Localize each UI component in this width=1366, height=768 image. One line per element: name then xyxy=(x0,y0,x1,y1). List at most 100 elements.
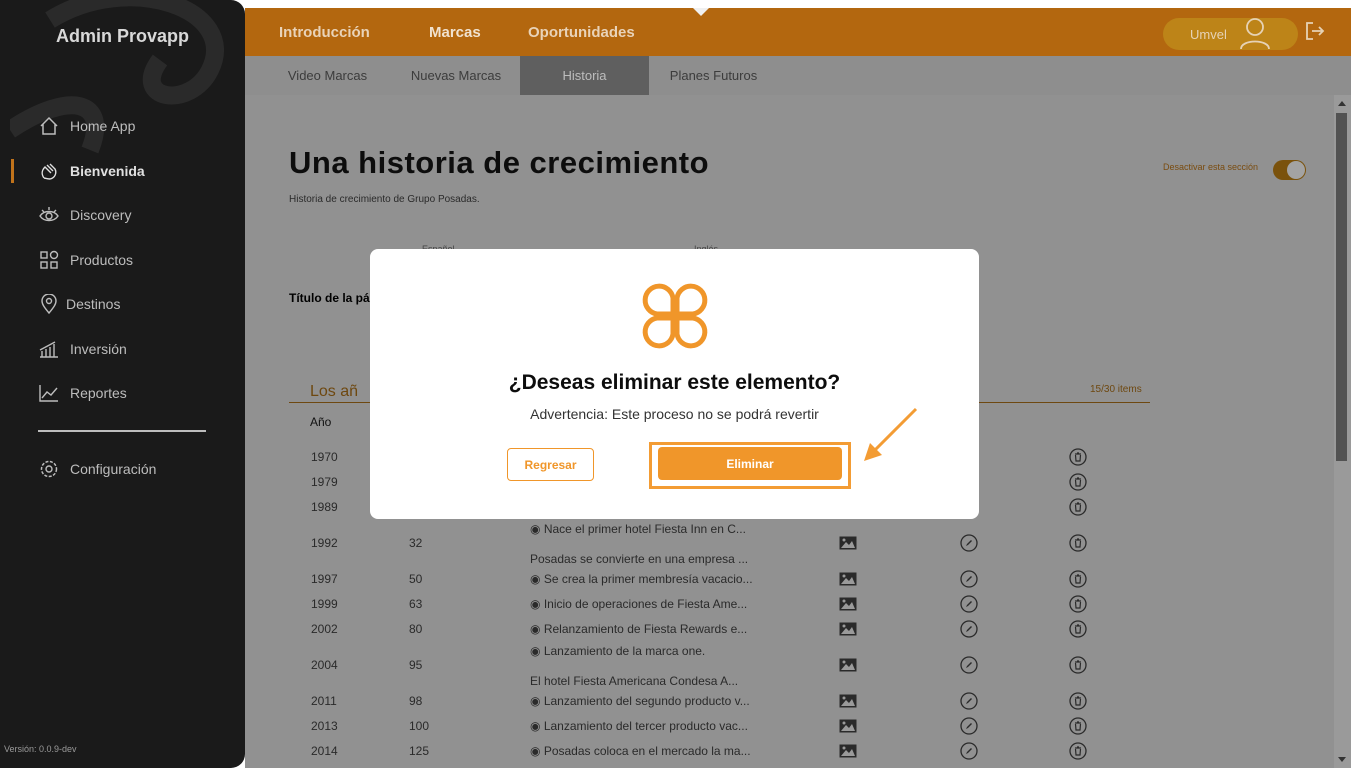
section-toggle-label: Desactivar esta sección xyxy=(1163,162,1259,172)
edit-icon[interactable] xyxy=(960,717,978,735)
delete-icon[interactable] xyxy=(1069,656,1087,674)
row-year: 2002 xyxy=(311,622,338,636)
row-description-secondary: El hotel Fiesta Americana Condesa A... xyxy=(530,674,739,688)
image-icon[interactable] xyxy=(839,595,857,613)
page-title-field-label: Título de la pá xyxy=(289,291,370,305)
delete-icon[interactable] xyxy=(1069,498,1087,516)
delete-icon[interactable] xyxy=(1069,620,1087,638)
row-year: 1970 xyxy=(311,450,338,464)
image-icon[interactable] xyxy=(839,656,857,674)
app-brand: Admin Provapp xyxy=(55,26,189,46)
subtab-nuevas-marcas[interactable]: Nuevas Marcas xyxy=(400,56,512,95)
delete-icon[interactable] xyxy=(1069,595,1087,613)
edit-icon[interactable] xyxy=(960,692,978,710)
tab-marcas[interactable]: Marcas xyxy=(429,8,481,56)
subtab-video-marcas[interactable]: Video Marcas xyxy=(275,56,380,95)
row-description: ◉ Inicio de operaciones de Fiesta Ame... xyxy=(530,597,748,611)
delete-icon[interactable] xyxy=(1069,534,1087,552)
dialog-title: ¿Deseas eliminar este elemento? xyxy=(508,371,841,394)
delete-icon[interactable] xyxy=(1069,692,1087,710)
edit-icon[interactable] xyxy=(960,595,978,613)
image-icon[interactable] xyxy=(839,620,857,638)
tab-oportunidades[interactable]: Oportunidades xyxy=(528,8,635,56)
subtab-historia[interactable]: Historia xyxy=(520,56,649,95)
image-icon[interactable] xyxy=(839,570,857,588)
edit-icon[interactable] xyxy=(960,656,978,674)
confirm-delete-dialog: ¿Deseas eliminar este elemento? Adverten… xyxy=(370,249,979,519)
tab-introduccion[interactable]: Introducción xyxy=(279,8,370,56)
delete-icon[interactable] xyxy=(1069,717,1087,735)
gear-icon xyxy=(38,458,60,480)
logout-icon[interactable] xyxy=(1304,20,1326,42)
delete-button[interactable]: Eliminar xyxy=(658,447,842,480)
image-icon[interactable] xyxy=(839,534,857,552)
row-year: 2004 xyxy=(311,658,338,672)
row-description: ◉ Nace el primer hotel Fiesta Inn en C..… xyxy=(530,522,746,536)
section-title: Los añ xyxy=(310,383,359,400)
edit-icon[interactable] xyxy=(960,534,978,552)
row-year: 1979 xyxy=(311,475,338,489)
sidebar-item-inversion[interactable]: Inversión xyxy=(0,333,245,365)
sidebar-item-label: Bienvenida xyxy=(70,163,145,179)
app-version: Versión: 0.0.9-dev xyxy=(4,744,77,754)
app-window: Admin Provapp Home App Bienvenida Discov… xyxy=(0,0,1366,768)
sidebar-item-productos[interactable]: Productos xyxy=(0,244,245,276)
row-year: 1989 xyxy=(311,500,338,514)
user-avatar-icon xyxy=(1240,18,1270,50)
pointer-arrow-icon xyxy=(864,407,918,461)
sidebar-item-label: Destinos xyxy=(66,296,121,312)
sidebar-item-configuracion[interactable]: Configuración xyxy=(0,453,245,485)
sidebar-item-destinos[interactable]: Destinos xyxy=(0,288,245,320)
sidebar-item-home-app[interactable]: Home App xyxy=(0,110,245,142)
sidebar-item-label: Productos xyxy=(70,252,134,268)
delete-icon[interactable] xyxy=(1069,570,1087,588)
page-subtitle: Historia de crecimiento de Grupo Posadas… xyxy=(289,194,480,205)
page-title: Una historia de crecimiento xyxy=(289,145,710,180)
user-menu[interactable]: Umvel xyxy=(1163,18,1298,50)
sidebar-item-bienvenida[interactable]: Bienvenida xyxy=(0,155,245,187)
active-tab-caret xyxy=(693,8,709,16)
sidebar-item-reportes[interactable]: Reportes xyxy=(0,377,245,409)
row-number: 125 xyxy=(409,744,430,758)
scroll-up-arrow[interactable] xyxy=(1338,101,1346,106)
sidebar-item-label: Configuración xyxy=(70,461,157,477)
sidebar: Admin Provapp Home App Bienvenida Discov… xyxy=(0,0,245,768)
scroll-down-arrow[interactable] xyxy=(1338,757,1346,762)
cancel-button[interactable]: Regresar xyxy=(507,448,594,481)
delete-icon[interactable] xyxy=(1069,448,1087,466)
row-year: 1997 xyxy=(311,572,338,586)
eye-icon xyxy=(38,204,60,226)
image-icon[interactable] xyxy=(839,742,857,760)
delete-icon[interactable] xyxy=(1069,473,1087,491)
row-year: 1992 xyxy=(311,536,338,550)
row-number: 32 xyxy=(409,536,423,550)
scrollbar[interactable] xyxy=(1334,95,1351,768)
image-icon[interactable] xyxy=(839,692,857,710)
row-year: 1999 xyxy=(311,597,338,611)
delete-icon[interactable] xyxy=(1069,742,1087,760)
line-chart-icon xyxy=(38,382,60,404)
home-icon xyxy=(38,115,60,137)
top-nav-bar: Introducción Marcas Oportunidades Umvel xyxy=(245,8,1351,56)
wave-hand-icon xyxy=(38,160,60,182)
sidebar-item-label: Inversión xyxy=(70,341,127,357)
user-name: Umvel xyxy=(1190,26,1227,42)
edit-icon[interactable] xyxy=(960,570,978,588)
row-description: ◉ Lanzamiento del segundo producto v... xyxy=(530,694,750,708)
scroll-thumb[interactable] xyxy=(1336,113,1347,461)
sidebar-divider xyxy=(38,430,206,432)
sidebar-item-discovery[interactable]: Discovery xyxy=(0,199,245,231)
row-description-secondary: Posadas se convierte en una empresa ... xyxy=(530,552,749,566)
row-year: 2014 xyxy=(311,744,338,758)
edit-icon[interactable] xyxy=(960,620,978,638)
sidebar-item-label: Home App xyxy=(70,118,136,134)
section-toggle[interactable] xyxy=(1273,160,1306,180)
row-year: 2011 xyxy=(311,694,337,708)
image-icon[interactable] xyxy=(839,717,857,735)
row-description: ◉ Lanzamiento del tercer producto vac... xyxy=(530,719,748,733)
edit-icon[interactable] xyxy=(960,742,978,760)
items-counter: 15/30 items xyxy=(1090,384,1142,395)
subtab-planes-futuros[interactable]: Planes Futuros xyxy=(660,56,767,95)
row-number: 100 xyxy=(409,719,430,733)
bar-chart-icon xyxy=(38,338,60,360)
